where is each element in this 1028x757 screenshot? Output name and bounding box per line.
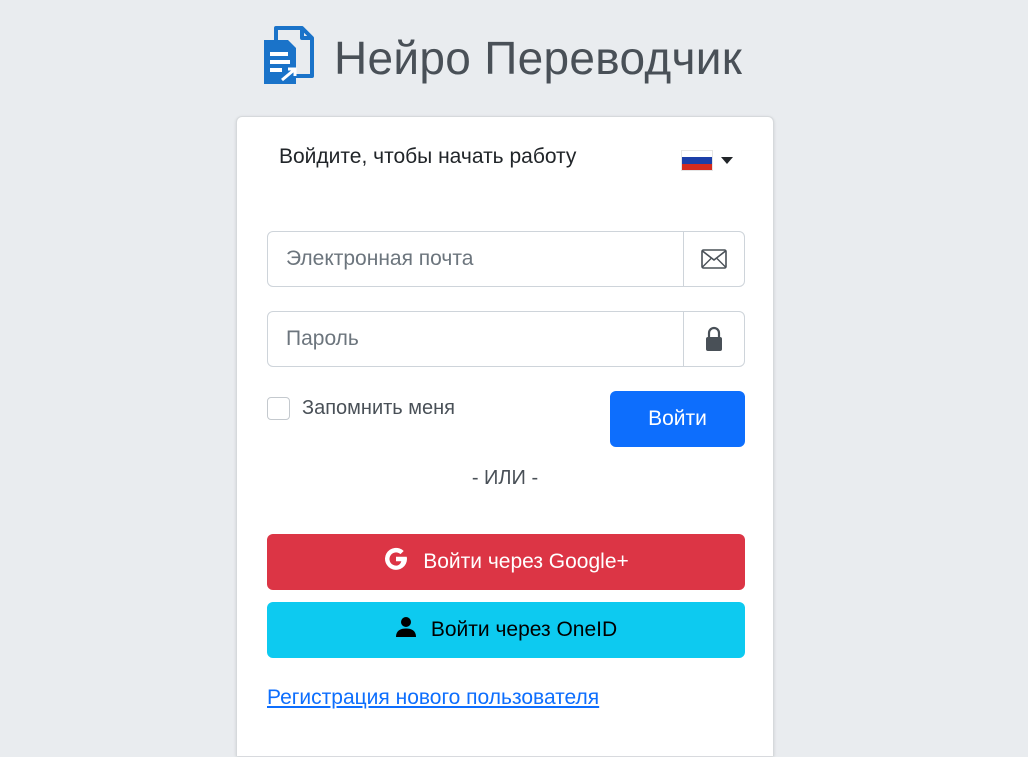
russia-flag-icon [681, 150, 713, 171]
google-login-button[interactable]: Войти через Google+ [267, 534, 745, 590]
password-input[interactable] [268, 312, 683, 366]
oneid-login-button[interactable]: Войти через OneID [267, 602, 745, 658]
remember-checkbox[interactable] [267, 397, 290, 420]
oneid-login-label: Войти через OneID [430, 618, 618, 641]
email-input[interactable] [268, 232, 683, 286]
document-translate-icon [260, 24, 316, 91]
page-title: Нейро Переводчик [334, 31, 743, 84]
remember-label[interactable]: Запомнить меня [302, 397, 455, 420]
google-icon [383, 546, 409, 578]
user-icon [395, 616, 417, 644]
email-input-group [267, 231, 745, 287]
password-input-group [267, 311, 745, 367]
brand: Нейро Переводчик [260, 24, 742, 91]
language-dropdown[interactable] [681, 150, 733, 171]
envelope-icon [683, 232, 744, 286]
login-button[interactable]: Войти [610, 391, 745, 447]
lock-icon [683, 312, 744, 366]
or-separator: - ИЛИ - [471, 467, 539, 489]
google-login-label: Войти через Google+ [423, 550, 629, 573]
login-message: Войдите, чтобы начать работу [279, 145, 577, 168]
login-card: Войдите, чтобы начать работу Электронная… [236, 116, 774, 756]
caret-down-icon [721, 157, 733, 164]
remember-me: Запомнить меня [267, 397, 455, 420]
register-link[interactable]: Регистрация нового пользователя [267, 686, 599, 710]
